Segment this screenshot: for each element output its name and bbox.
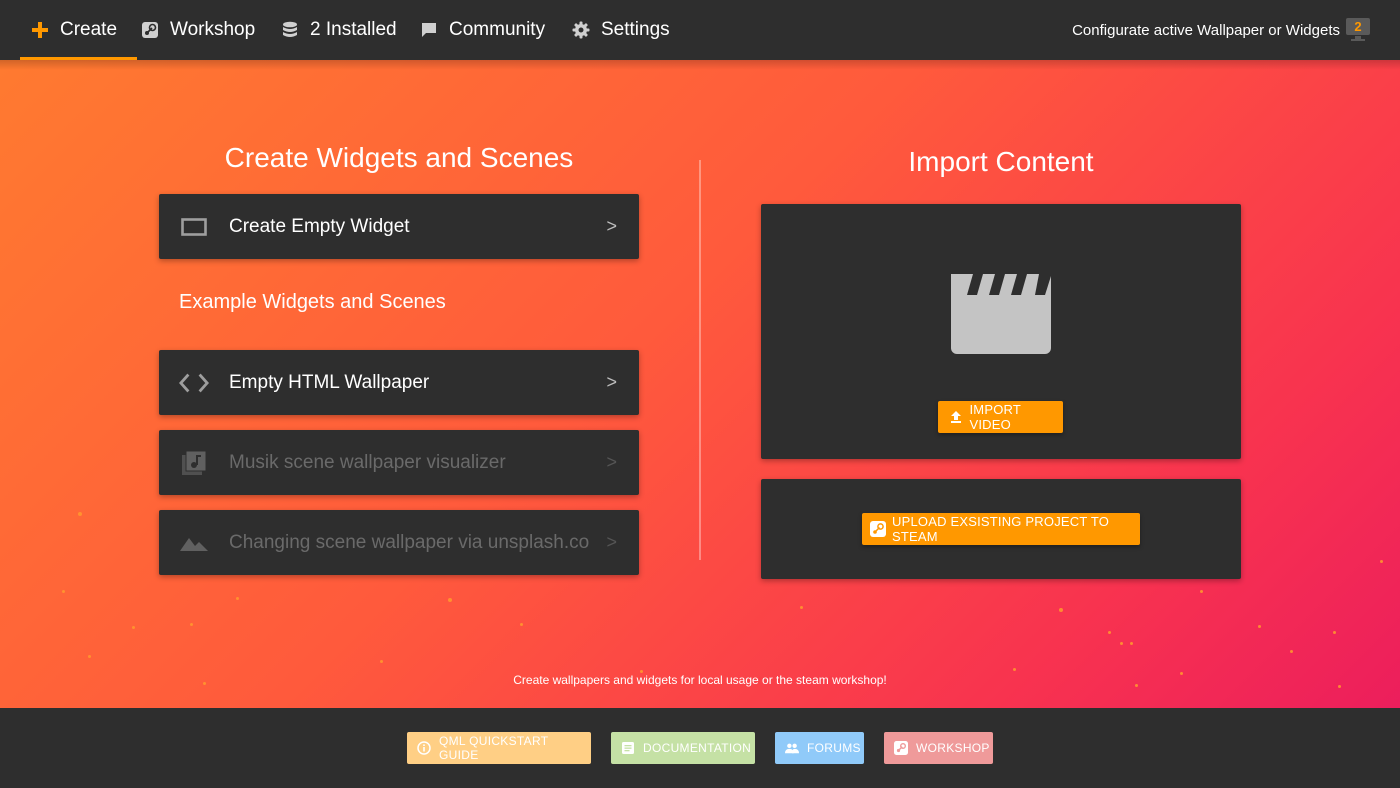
steam-icon <box>870 521 886 537</box>
chevron-right-icon: > <box>606 532 617 552</box>
database-icon <box>280 20 300 40</box>
workshop-button[interactable]: WORKSHOP <box>884 732 993 764</box>
info-icon <box>417 741 431 755</box>
steam-icon <box>894 741 908 755</box>
card-label: Musik scene wallpaper visualizer <box>229 452 506 473</box>
footer-button-label: FORUMS <box>807 741 861 755</box>
column-divider <box>699 160 701 560</box>
qml-quickstart-guide-button[interactable]: QML QUICKSTART GUIDE <box>407 732 591 764</box>
nav-tab-community[interactable]: Community <box>419 0 545 60</box>
import-video-label: IMPORT VIDEO <box>969 402 1021 432</box>
upload-icon <box>948 409 964 425</box>
create-section-title: Create Widgets and Scenes <box>224 142 574 173</box>
footer-button-label: DOCUMENTATION <box>643 741 752 755</box>
upload-to-steam-button[interactable]: UPLOAD EXSISTING PROJECT TO STEAM <box>862 513 1140 545</box>
tagline: Create wallpapers and widgets for local … <box>513 673 887 687</box>
monitor-icon[interactable]: 2 <box>1346 18 1370 42</box>
landscape-icon <box>179 530 209 556</box>
steam-icon <box>140 20 160 40</box>
card-label: Create Empty Widget <box>229 216 410 237</box>
chevron-right-icon: > <box>606 452 617 472</box>
chevron-right-icon: > <box>606 216 617 236</box>
code-icon <box>179 370 209 396</box>
nav-tab-workshop[interactable]: Workshop <box>140 0 255 60</box>
documentation-button[interactable]: DOCUMENTATION <box>611 732 755 764</box>
import-video-button[interactable]: IMPORT VIDEO <box>938 401 1063 433</box>
example-empty-html-wallpaper[interactable]: Empty HTML Wallpaper > <box>159 350 639 415</box>
card-label: Changing scene wallpaper via unsplash.co <box>229 532 590 553</box>
music-library-icon <box>179 450 209 476</box>
nav-tab-label: Create <box>60 19 118 40</box>
import-section-title: Import Content <box>908 146 1094 177</box>
monitor-count-badge: 2 <box>1354 19 1362 34</box>
upload-label: UPLOAD EXSISTING PROJECT TO STEAM <box>892 514 1110 544</box>
nav-tab-label: 2 Installed <box>310 19 397 40</box>
nav-tab-installed[interactable]: 2 Installed <box>280 0 397 60</box>
top-navigation-bar: Create Workshop 2 Installed Community Se… <box>0 0 1400 60</box>
examples-section-title: Example Widgets and Scenes <box>179 291 446 313</box>
example-musik-visualizer[interactable]: Musik scene wallpaper visualizer > <box>159 430 639 495</box>
configure-active-wallpaper-link[interactable]: Configurate active Wallpaper or Widgets <box>1072 0 1340 60</box>
clapperboard-icon <box>951 274 1051 354</box>
chevron-right-icon: > <box>606 372 617 392</box>
gear-icon <box>571 20 591 40</box>
plus-icon <box>30 20 50 40</box>
card-label: Empty HTML Wallpaper <box>229 372 430 393</box>
import-video-panel: IMPORT VIDEO <box>761 204 1241 459</box>
footer-bar: QML QUICKSTART GUIDE DOCUMENTATION FORUM… <box>0 708 1400 788</box>
nav-tab-settings[interactable]: Settings <box>571 0 670 60</box>
people-icon <box>785 741 799 755</box>
nav-tab-label: Community <box>449 19 546 40</box>
footer-button-label: QML QUICKSTART GUIDE <box>439 734 549 762</box>
create-empty-widget-button[interactable]: Create Empty Widget > <box>159 194 639 259</box>
footer-button-label: WORKSHOP <box>916 741 990 755</box>
nav-tab-label: Settings <box>601 19 670 40</box>
nav-tab-create[interactable]: Create <box>19 0 138 60</box>
document-icon <box>621 741 635 755</box>
example-unsplash-wallpaper[interactable]: Changing scene wallpaper via unsplash.co… <box>159 510 639 575</box>
chat-icon <box>419 20 439 40</box>
forums-button[interactable]: FORUMS <box>775 732 864 764</box>
create-page: Create Widgets and Scenes Create Empty W… <box>0 60 1400 708</box>
upload-to-steam-panel: UPLOAD EXSISTING PROJECT TO STEAM <box>761 479 1241 579</box>
widget-frame-icon <box>179 214 209 240</box>
nav-tab-label: Workshop <box>170 19 256 40</box>
